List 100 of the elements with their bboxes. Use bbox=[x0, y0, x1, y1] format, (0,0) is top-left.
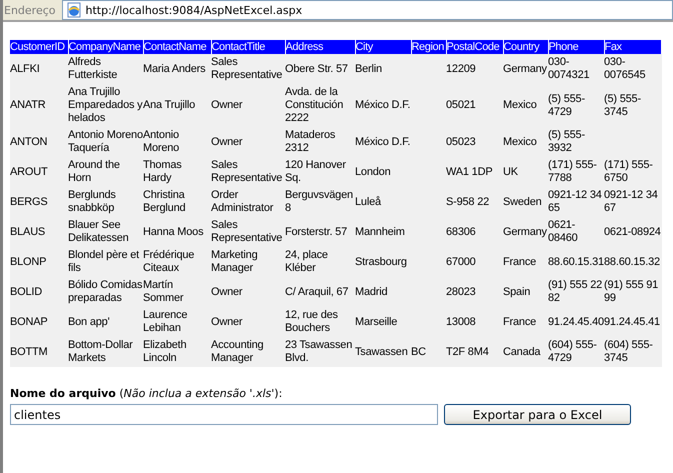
table-cell: Order Administrator bbox=[211, 189, 274, 214]
table-cell: France bbox=[503, 256, 536, 268]
table-cell: ALFKI bbox=[10, 62, 40, 74]
table-cell: Luleå bbox=[355, 196, 381, 208]
table-cell: 68306 bbox=[446, 226, 476, 238]
table-cell: 12, rue des Bouchers bbox=[285, 309, 338, 334]
table-cell: Hanna Moos bbox=[143, 226, 204, 238]
table-cell: Sales Representative bbox=[211, 159, 282, 184]
table-cell: Sales Representative bbox=[211, 56, 282, 81]
table-cell: (91) 555 22 82 bbox=[548, 279, 602, 304]
table-cell: Accounting Manager bbox=[211, 339, 264, 364]
table-cell: BC bbox=[411, 346, 426, 358]
table-cell: Mannheim bbox=[355, 226, 405, 238]
table-cell: Sweden bbox=[503, 196, 542, 208]
table-cell: 0621-08924 bbox=[604, 226, 661, 238]
file-name-label: Nome do arquivo (Não inclua a extensão '.xls'): bbox=[10, 387, 284, 400]
column-header: CompanyName bbox=[68, 40, 143, 54]
table-cell: 24, place Kléber bbox=[285, 249, 328, 274]
table-cell: France bbox=[503, 316, 536, 328]
column-header: Fax bbox=[604, 40, 661, 54]
table-cell: Bon app' bbox=[68, 316, 110, 328]
table-cell: Bottom-Dollar Markets bbox=[68, 339, 133, 364]
table-cell: Mexico bbox=[503, 99, 537, 111]
table-cell: UK bbox=[503, 166, 518, 178]
table-cell: 28023 bbox=[446, 286, 476, 298]
table-cell: Laurence Lebihan bbox=[143, 309, 188, 334]
table-cell: 88.60.15.32 bbox=[604, 256, 660, 268]
table-cell: Germany bbox=[503, 62, 547, 74]
table-cell: 12209 bbox=[446, 62, 476, 74]
table-cell: Germany bbox=[503, 226, 547, 238]
table-cell: 88.60.15.31 bbox=[548, 256, 604, 268]
table-cell: 0621-08460 bbox=[548, 219, 578, 244]
table-cell: Mexico bbox=[503, 136, 537, 148]
column-header: ContactTitle bbox=[211, 40, 285, 54]
table-cell: BLONP bbox=[10, 256, 46, 268]
table-cell: Marseille bbox=[355, 316, 398, 328]
table-cell: 67000 bbox=[446, 256, 476, 268]
table-cell: Around the Horn bbox=[68, 159, 120, 184]
table-cell: Berlin bbox=[355, 62, 382, 74]
table-cell: BERGS bbox=[10, 196, 48, 208]
table-cell: Berglunds snabbköp bbox=[68, 189, 116, 214]
table-cell: Sales Representative bbox=[211, 219, 282, 244]
table-cell: (604) 555-3745 bbox=[604, 339, 653, 364]
table-cell: ANATR bbox=[10, 99, 46, 111]
table-cell: BOTTM bbox=[10, 346, 48, 358]
table-cell: (5) 555-3932 bbox=[548, 129, 585, 154]
table-cell: WA1 1DP bbox=[446, 166, 492, 178]
table-cell: Owner bbox=[211, 99, 242, 111]
table-cell: 13008 bbox=[446, 316, 476, 328]
table-cell: Obere Str. 57 bbox=[285, 62, 348, 74]
column-header: Phone bbox=[548, 40, 604, 54]
table-cell: Antonio Moreno bbox=[143, 129, 180, 154]
table-cell: Tsawassen bbox=[355, 346, 408, 358]
table-cell: Bólido Comidas preparadas bbox=[68, 279, 142, 304]
column-header: ContactName bbox=[143, 40, 211, 54]
table-cell: Ana Trujillo Emparedados y helados bbox=[68, 86, 142, 124]
table-cell: 0921-12 34 65 bbox=[548, 189, 602, 214]
table-cell: 120 Hanover Sq. bbox=[285, 159, 346, 184]
table-cell: Elizabeth Lincoln bbox=[143, 339, 186, 364]
table-cell: Canada bbox=[503, 346, 540, 358]
table-cell: 23 Tsawassen Blvd. bbox=[285, 339, 352, 364]
table-cell: 91.24.45.40 bbox=[548, 316, 604, 328]
table-cell: Berguvsvägen 8 bbox=[285, 189, 353, 214]
table-cell: 91.24.45.41 bbox=[604, 316, 660, 328]
table-cell: 030-0074321 bbox=[548, 56, 590, 81]
table-cell: Frédérique Citeaux bbox=[143, 249, 194, 274]
column-header: Region bbox=[411, 40, 446, 54]
column-header: City bbox=[355, 40, 411, 54]
file-name-field[interactable]: clientes bbox=[10, 404, 438, 425]
table-cell: (5) 555-4729 bbox=[548, 92, 585, 118]
table-cell: Blondel père et fils bbox=[68, 249, 139, 274]
table-cell: 05023 bbox=[446, 136, 476, 148]
table-cell: C/ Araquil, 67 bbox=[285, 286, 348, 298]
column-header: CustomerID bbox=[10, 40, 68, 54]
table-cell: AROUT bbox=[10, 166, 48, 178]
export-button[interactable]: Exportar para o Excel bbox=[444, 404, 631, 425]
table-cell: Marketing Manager bbox=[211, 249, 258, 274]
table-cell: S-958 22 bbox=[446, 196, 490, 208]
address-label: Endereço bbox=[3, 4, 56, 16]
table-cell: Owner bbox=[211, 136, 242, 148]
table-cell: 0921-12 34 67 bbox=[604, 189, 658, 214]
table-cell: Alfreds Futterkiste bbox=[68, 56, 118, 81]
table-cell: Owner bbox=[211, 286, 242, 298]
table-cell: (171) 555-7788 bbox=[548, 159, 597, 184]
table-cell: BOLID bbox=[10, 286, 42, 298]
column-header: PostalCode bbox=[446, 40, 503, 54]
table-cell: Avda. de la Constitución 2222 bbox=[285, 86, 344, 124]
table-cell: Blauer See Delikatessen bbox=[68, 219, 129, 244]
table-cell: Martín Sommer bbox=[143, 279, 184, 304]
table-cell: (5) 555-3745 bbox=[604, 92, 641, 118]
table-cell: Owner bbox=[211, 316, 242, 328]
table-cell: London bbox=[355, 166, 391, 178]
table-cell: Maria Anders bbox=[143, 62, 206, 74]
table-cell: (171) 555-6750 bbox=[604, 159, 653, 184]
table-cell: 05021 bbox=[446, 99, 476, 111]
table-cell: México D.F. bbox=[355, 99, 410, 111]
table-cell: Madrid bbox=[355, 286, 388, 298]
table-cell: 030-0076545 bbox=[604, 56, 646, 81]
table-cell: Strasbourg bbox=[355, 256, 407, 268]
address-field[interactable]: http://localhost:9084/AspNetExcel.aspx bbox=[62, 0, 673, 20]
